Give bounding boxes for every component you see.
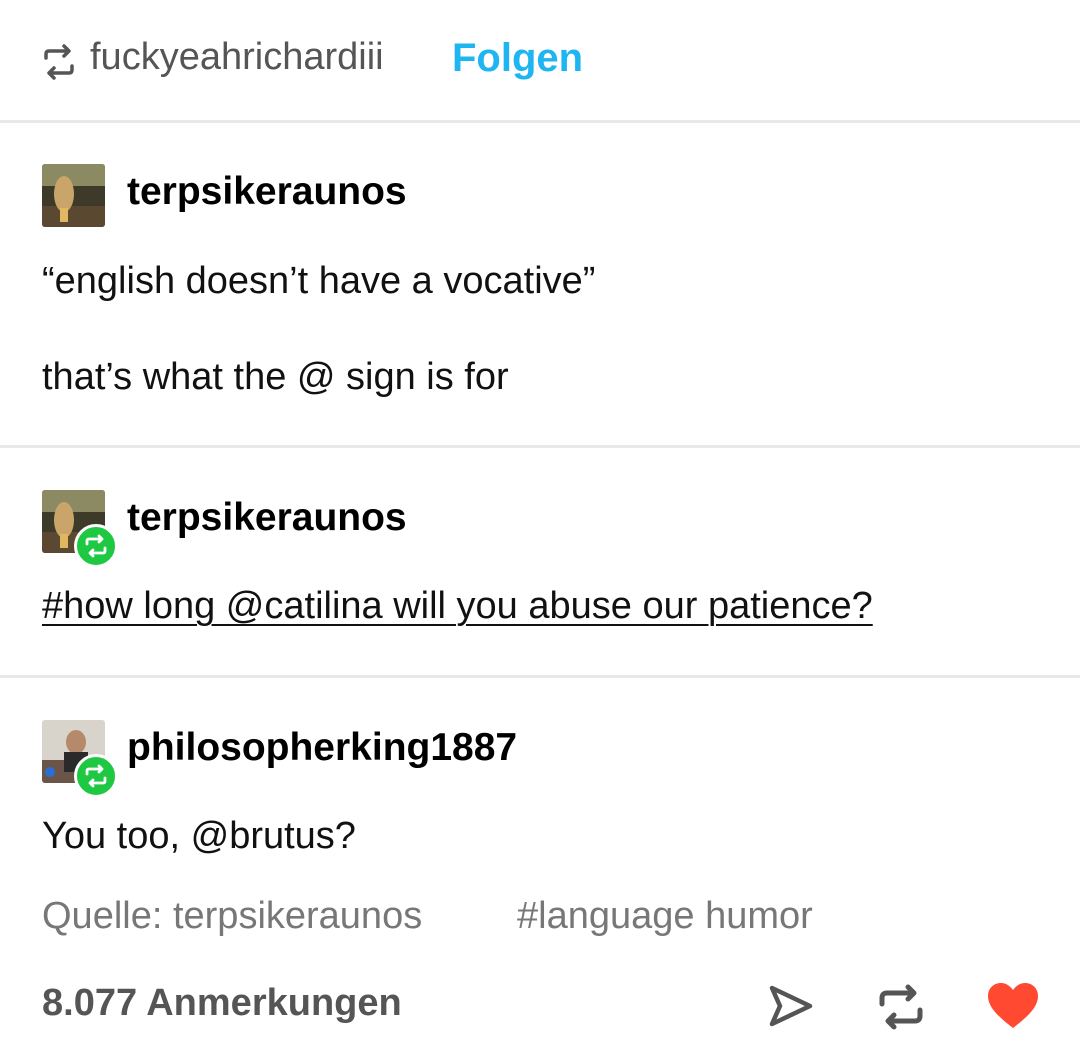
post-text: You too, @brutus?: [42, 815, 356, 857]
source-link[interactable]: Quelle: terpsikeraunos: [42, 895, 422, 938]
post-text: “english doesn’t have a vocative”: [42, 260, 596, 302]
reblog-icon: [44, 44, 74, 80]
post-text: that’s what the @ sign is for: [42, 356, 509, 398]
reblog-icon[interactable]: [876, 984, 926, 1030]
reblog-icon: [85, 764, 107, 788]
reblogged-from-username[interactable]: fuckyeahrichardiii: [90, 36, 384, 79]
post-username[interactable]: terpsikeraunos: [127, 170, 407, 214]
avatar-image: [42, 164, 105, 227]
notes-count[interactable]: 8.077 Anmerkungen: [42, 982, 402, 1025]
reblog-badge: [74, 754, 118, 798]
post-tag[interactable]: #language humor: [517, 895, 813, 938]
divider: [0, 445, 1080, 448]
divider: [0, 120, 1080, 123]
reblog-badge: [74, 524, 118, 568]
post-username[interactable]: terpsikeraunos: [127, 496, 407, 540]
avatar[interactable]: [42, 164, 105, 227]
post-username[interactable]: philosopherking1887: [127, 726, 517, 770]
reblog-icon: [85, 534, 107, 558]
like-icon[interactable]: [986, 982, 1040, 1030]
post-header: fuckyeahrichardiii Folgen: [0, 0, 1080, 122]
follow-button[interactable]: Folgen: [452, 36, 583, 81]
post-tag-link[interactable]: #how long @catilina will you abuse our p…: [42, 585, 873, 628]
divider: [0, 675, 1080, 678]
share-icon[interactable]: [766, 982, 816, 1030]
